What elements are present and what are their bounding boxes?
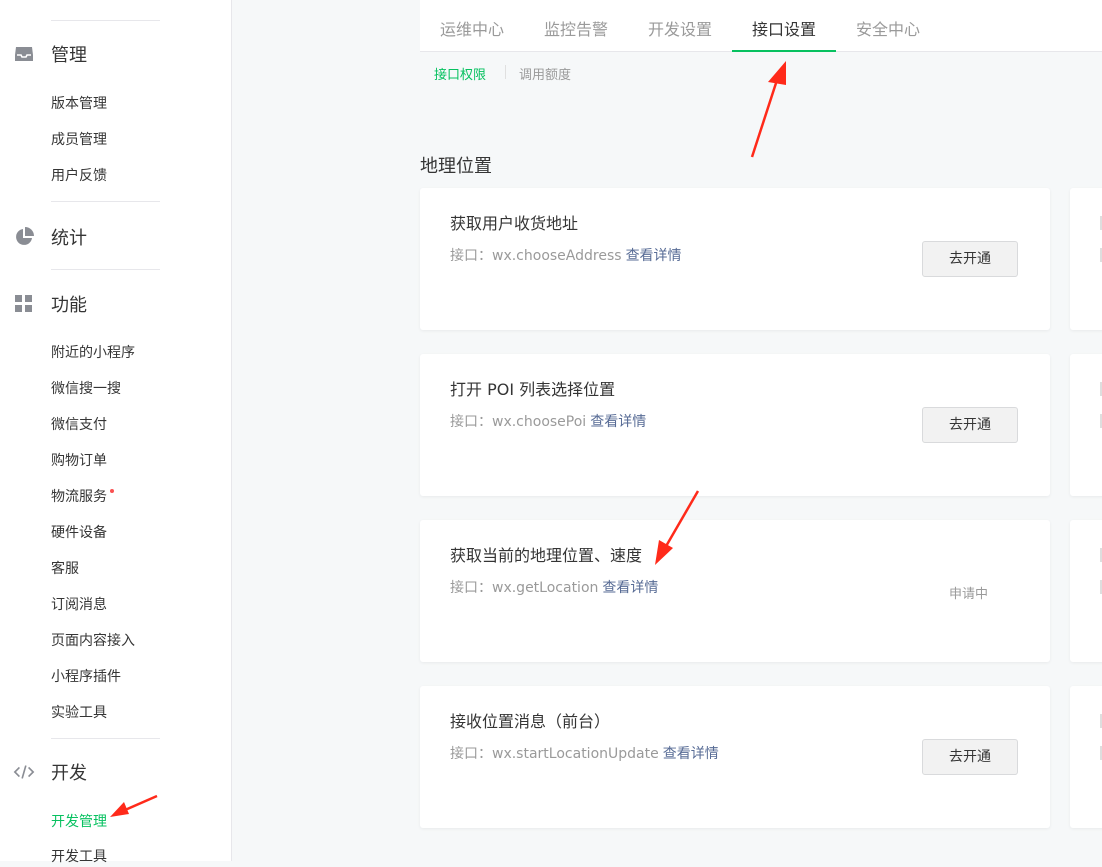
sidebar-divider — [51, 20, 160, 21]
sidebar-item-customer-service[interactable]: 客服 — [51, 559, 79, 579]
next-card-peek — [1070, 520, 1102, 662]
api-card-title: 接收位置消息（前台） — [450, 712, 611, 731]
view-detail-link[interactable]: 查看详情 — [626, 248, 682, 264]
sidebar-item-dev-tools[interactable]: 开发工具 — [51, 847, 107, 867]
subtab-api-permission[interactable]: 接口权限 — [434, 64, 486, 83]
sidebar-divider — [51, 201, 160, 202]
sidebar-item-logistics[interactable]: 物流服务 — [51, 487, 114, 507]
sidebar-item-wechat-search[interactable]: 微信搜一搜 — [51, 379, 121, 399]
grid-icon — [13, 293, 35, 315]
status-text: 申请中 — [949, 587, 989, 602]
api-card-interface: 接口：wx.choosePoi 查看详情 — [450, 411, 646, 431]
subtab-call-quota[interactable]: 调用额度 — [519, 64, 571, 83]
sidebar-item-page-content[interactable]: 页面内容接入 — [51, 631, 135, 651]
sidebar-group-label: 统计 — [51, 228, 87, 249]
inbox-icon — [13, 43, 35, 65]
new-badge-dot — [110, 489, 114, 493]
sidebar: 管理 版本管理 成员管理 用户反馈 统计 功能 附近的小程序 微信搜一搜 微信支… — [0, 0, 232, 865]
api-prefix: 接口： — [450, 414, 492, 430]
api-card: 接收位置消息（前台） 接口：wx.startLocationUpdate 查看详情… — [420, 686, 1050, 828]
api-card-interface: 接口：wx.getLocation 查看详情 — [450, 577, 658, 597]
api-card-interface: 接口：wx.startLocationUpdate 查看详情 — [450, 743, 719, 763]
sidebar-group-dev[interactable]: 开发 — [13, 757, 87, 787]
view-detail-link[interactable]: 查看详情 — [602, 580, 658, 596]
next-card-peek — [1070, 188, 1102, 330]
sidebar-divider — [51, 269, 160, 270]
tab-ops-center[interactable]: 运维中心 — [420, 0, 524, 52]
sidebar-item-plugins[interactable]: 小程序插件 — [51, 667, 121, 687]
pie-chart-icon — [13, 226, 35, 248]
enable-button[interactable]: 去开通 — [922, 241, 1018, 277]
sidebar-item-nearby[interactable]: 附近的小程序 — [51, 343, 135, 363]
api-prefix: 接口： — [450, 248, 492, 264]
sidebar-item-hardware[interactable]: 硬件设备 — [51, 523, 107, 543]
sidebar-item-label: 物流服务 — [51, 489, 107, 505]
sidebar-item-wechat-pay[interactable]: 微信支付 — [51, 415, 107, 435]
api-card: 获取用户收货地址 接口：wx.chooseAddress 查看详情 去开通 — [420, 188, 1050, 330]
tab-api-settings[interactable]: 接口设置 — [732, 0, 836, 52]
enable-button[interactable]: 去开通 — [922, 407, 1018, 443]
section-title: 地理位置 — [420, 156, 492, 177]
sidebar-item-subscribe-message[interactable]: 订阅消息 — [51, 595, 107, 615]
sidebar-item-feedback[interactable]: 用户反馈 — [51, 166, 107, 186]
api-card-title: 打开 POI 列表选择位置 — [450, 380, 616, 399]
api-card: 打开 POI 列表选择位置 接口：wx.choosePoi 查看详情 去开通 — [420, 354, 1050, 496]
sidebar-item-lab-tools[interactable]: 实验工具 — [51, 703, 107, 723]
api-prefix: 接口： — [450, 580, 492, 596]
next-card-peek — [1070, 354, 1102, 496]
view-detail-link[interactable]: 查看详情 — [663, 746, 719, 762]
sidebar-item-dev-management[interactable]: 开发管理 — [51, 812, 107, 832]
api-name: wx.chooseAddress — [492, 248, 622, 264]
sidebar-group-label: 管理 — [51, 45, 87, 66]
api-name: wx.choosePoi — [492, 414, 587, 430]
api-name: wx.getLocation — [492, 580, 599, 596]
api-card: 获取当前的地理位置、速度 接口：wx.getLocation 查看详情 申请中 — [420, 520, 1050, 662]
sub-tabs: 接口权限 调用额度 — [420, 52, 1102, 92]
sidebar-group-label: 开发 — [51, 763, 87, 784]
code-icon — [13, 761, 35, 783]
view-detail-link[interactable]: 查看详情 — [590, 414, 646, 430]
api-card-interface: 接口：wx.chooseAddress 查看详情 — [450, 245, 682, 265]
enable-button[interactable]: 去开通 — [922, 739, 1018, 775]
tab-dev-settings[interactable]: 开发设置 — [628, 0, 732, 52]
tab-monitoring[interactable]: 监控告警 — [524, 0, 628, 52]
subtab-divider — [505, 65, 506, 79]
top-tabs: 运维中心 监控告警 开发设置 接口设置 安全中心 — [420, 0, 1102, 52]
sidebar-item-members[interactable]: 成员管理 — [51, 130, 107, 150]
sidebar-item-orders[interactable]: 购物订单 — [51, 451, 107, 471]
sidebar-group-manage[interactable]: 管理 — [13, 39, 87, 69]
tab-security-center[interactable]: 安全中心 — [836, 0, 940, 52]
sidebar-group-label: 功能 — [51, 295, 87, 316]
api-card-title: 获取当前的地理位置、速度 — [450, 546, 643, 565]
api-prefix: 接口： — [450, 746, 492, 762]
api-name: wx.startLocationUpdate — [492, 746, 659, 762]
sidebar-item-version[interactable]: 版本管理 — [51, 94, 107, 114]
main-content: 运维中心 监控告警 开发设置 接口设置 安全中心 接口权限 调用额度 地理位置 … — [232, 0, 1102, 861]
sidebar-divider — [51, 738, 160, 739]
sidebar-group-features[interactable]: 功能 — [13, 289, 87, 319]
sidebar-group-stats[interactable]: 统计 — [13, 222, 87, 252]
next-card-peek — [1070, 686, 1102, 828]
api-card-title: 获取用户收货地址 — [450, 214, 579, 233]
